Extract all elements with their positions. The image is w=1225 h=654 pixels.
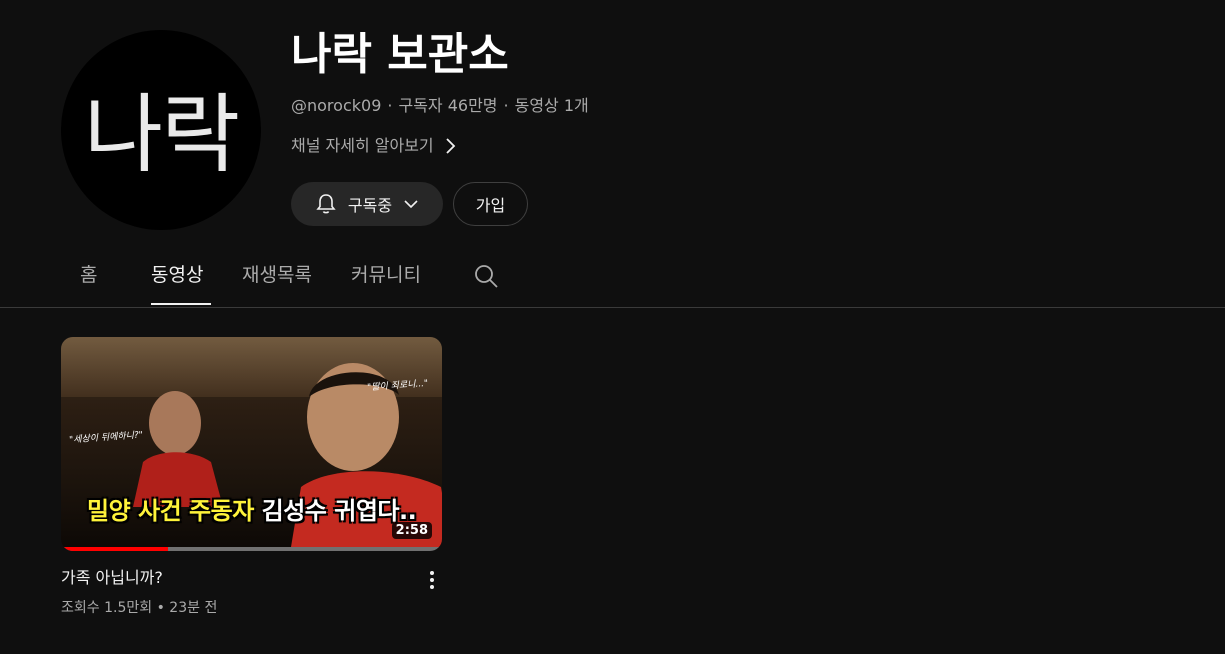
- search-icon[interactable]: [473, 263, 499, 289]
- chevron-down-icon: [404, 200, 418, 209]
- channel-avatar[interactable]: 나락: [61, 30, 261, 230]
- subscribed-button[interactable]: 구독중: [291, 182, 443, 226]
- video-meta: 조회수 1.5만회 • 23분 전: [61, 598, 217, 618]
- meta-separator: ·: [503, 96, 509, 115]
- duration-badge: 2:58: [391, 522, 432, 539]
- join-button[interactable]: 가입: [453, 182, 528, 226]
- channel-title: 나락 보관소: [291, 29, 509, 80]
- bell-icon: [316, 194, 336, 214]
- tab-playlists[interactable]: 재생목록: [242, 262, 312, 288]
- thumbnail-person-left: [133, 391, 223, 507]
- more-about-link[interactable]: 채널 자세히 알아보기: [291, 134, 456, 158]
- join-label: 가입: [475, 196, 506, 215]
- avatar-text: 나락: [83, 84, 240, 185]
- watch-progress-fill: [61, 547, 168, 551]
- upload-age: 23분 전: [169, 600, 218, 616]
- subscribed-label: 구독중: [347, 196, 393, 215]
- chevron-right-icon: [446, 138, 455, 154]
- headline-yellow-text: 밀양 사건 주동자: [87, 497, 254, 525]
- tab-home[interactable]: 홈: [80, 262, 97, 288]
- tab-community[interactable]: 커뮤니티: [351, 262, 421, 288]
- channel-handle: @norock09: [291, 96, 382, 115]
- channel-tabs: 홈 동영상 재생목록 커뮤니티: [0, 250, 1225, 308]
- channel-meta: @norock09 · 구독자 46만명 · 동영상 1개: [291, 95, 589, 117]
- subscriber-count: 구독자 46만명: [398, 96, 498, 115]
- tab-videos[interactable]: 동영상: [151, 262, 203, 288]
- active-tab-indicator: [151, 303, 211, 305]
- more-vert-icon[interactable]: [420, 568, 444, 592]
- view-count: 조회수 1.5만회: [61, 600, 153, 616]
- more-about-label: 채널 자세히 알아보기: [291, 136, 434, 155]
- video-count: 동영상 1개: [514, 96, 589, 115]
- video-title[interactable]: 가족 아닙니까?: [61, 567, 163, 589]
- thumbnail-headline: 밀양 사건 주동자 김성수 귀엽다..: [87, 491, 417, 526]
- meta-dot: •: [156, 600, 170, 616]
- watch-progress-bar: [61, 547, 442, 551]
- headline-white-text: 김성수 귀엽다..: [261, 497, 417, 525]
- meta-separator: ·: [387, 96, 393, 115]
- video-thumbnail[interactable]: "세상이 뒤에하니?" "딸이 죄로니..." 밀양 사건 주동자 김성수 귀엽…: [61, 337, 442, 551]
